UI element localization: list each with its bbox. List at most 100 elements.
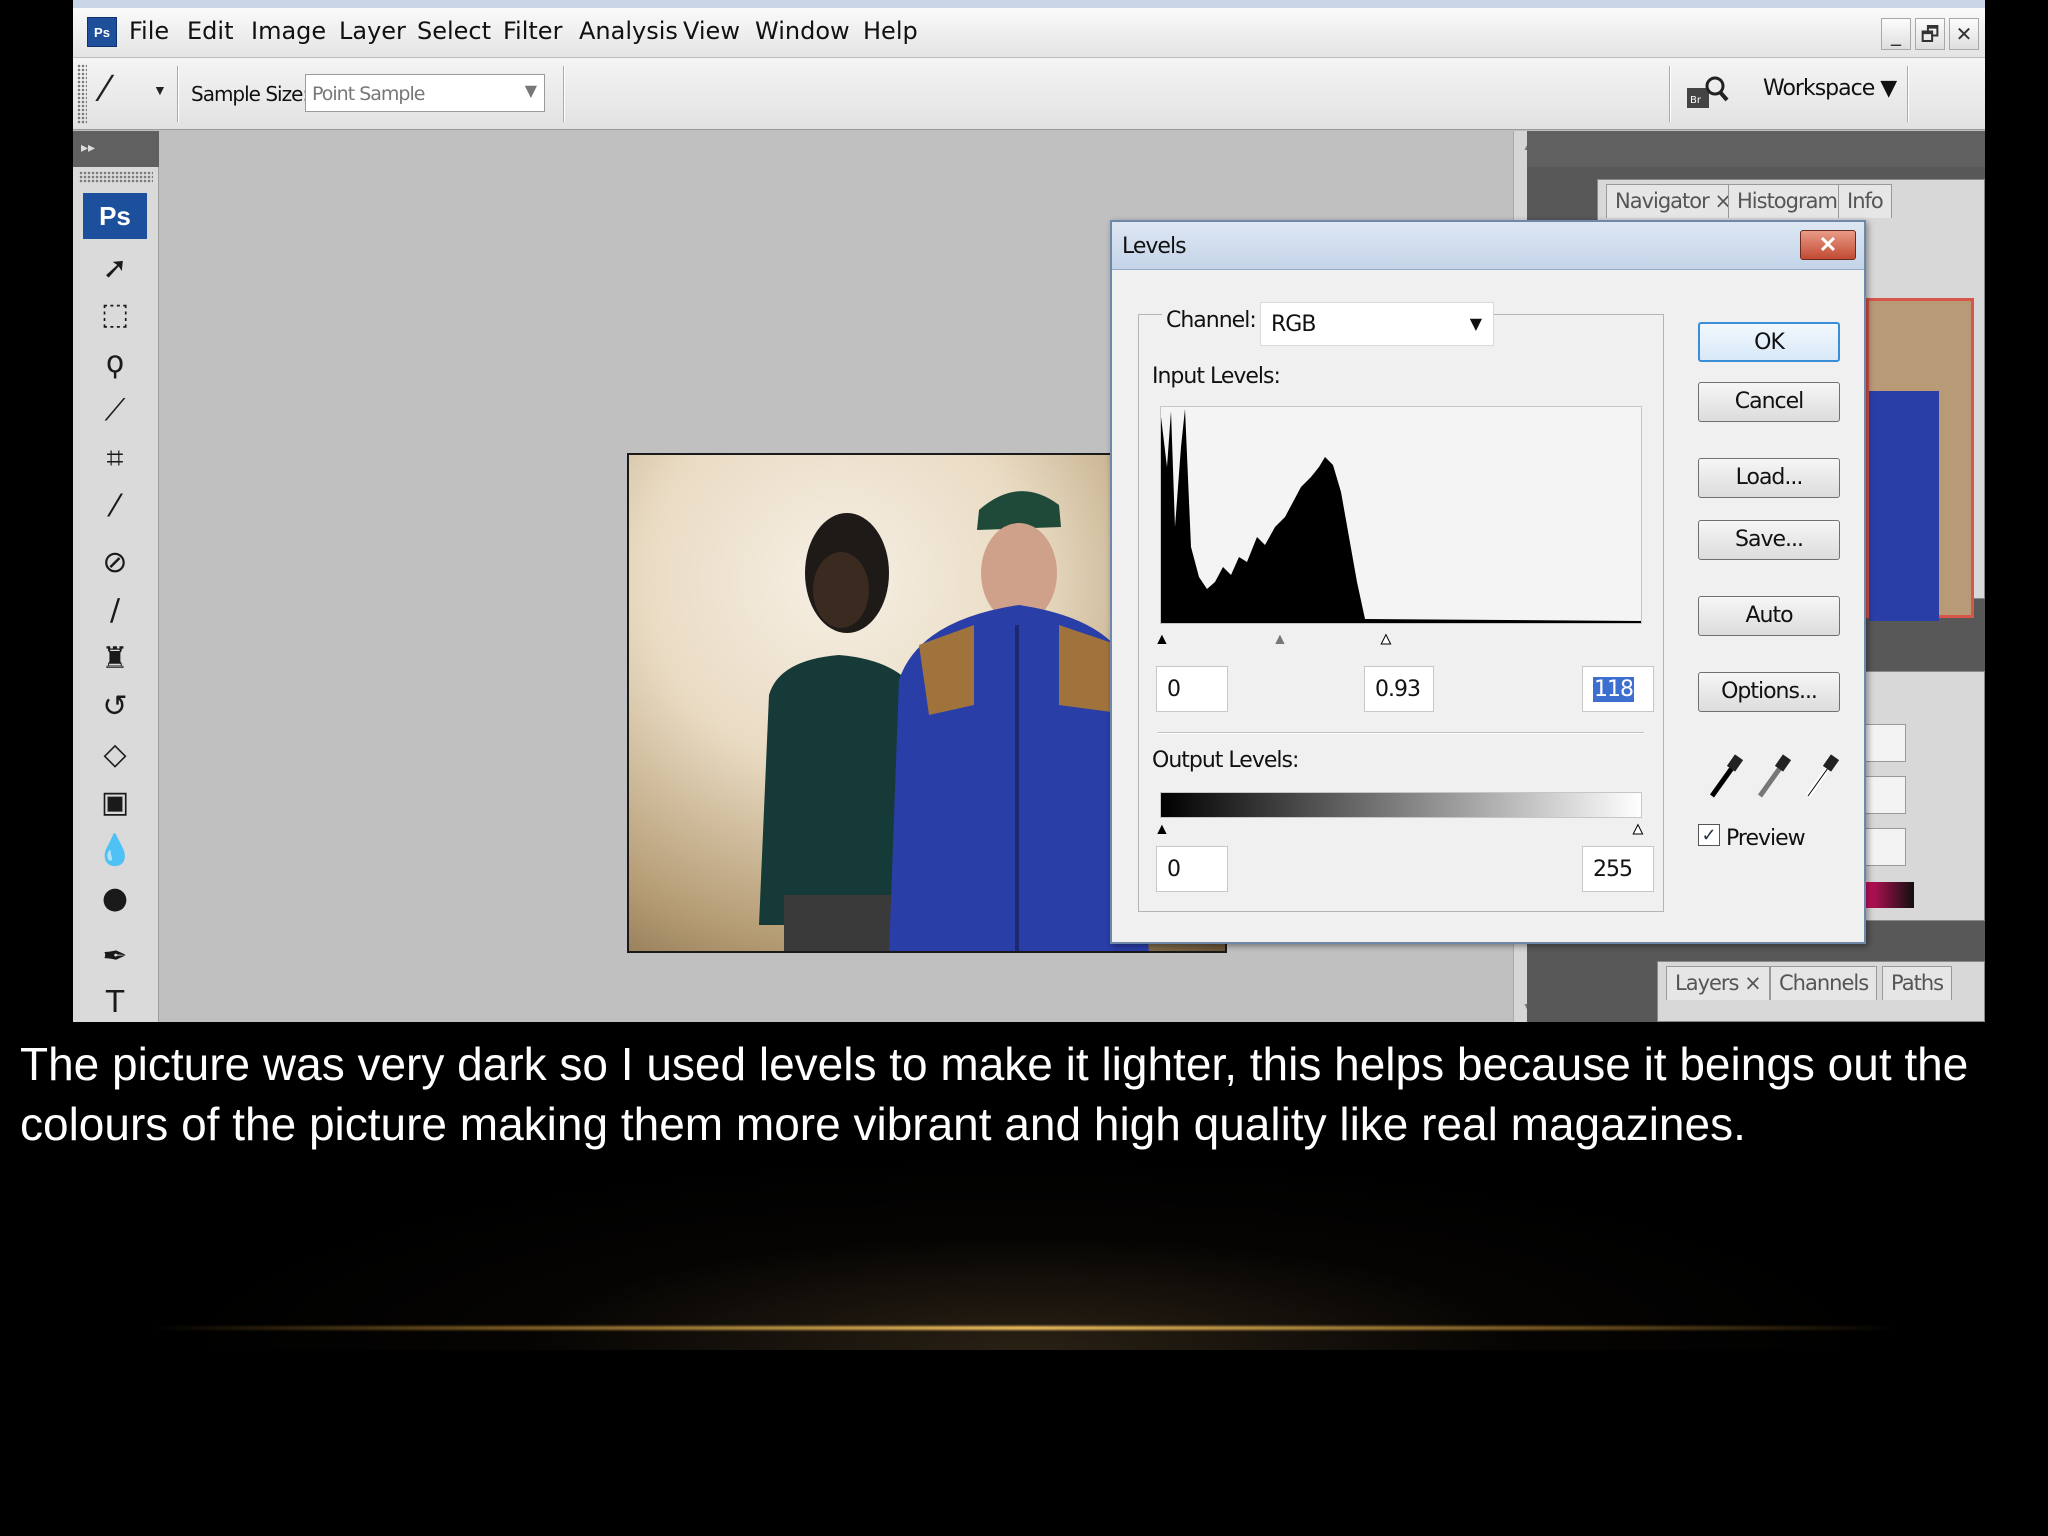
brush-tool-icon[interactable]: ∕ bbox=[87, 591, 143, 631]
tab-paths[interactable]: Paths bbox=[1882, 966, 1953, 1000]
slide-glow bbox=[150, 1150, 1898, 1350]
svg-text:Br: Br bbox=[1690, 95, 1702, 106]
close-dialog-button[interactable]: ✕ bbox=[1800, 230, 1856, 260]
input-gamma-field[interactable]: 0.93 bbox=[1364, 666, 1434, 712]
channel-value: RGB bbox=[1271, 312, 1316, 337]
ps-logo: Ps bbox=[83, 193, 147, 239]
clone-stamp-tool-icon[interactable]: ♜ bbox=[87, 639, 143, 679]
tab-navigator[interactable]: Navigator × bbox=[1606, 184, 1741, 218]
workspace-button[interactable]: Workspace ▼ bbox=[1763, 76, 1897, 101]
input-white-value: 118 bbox=[1593, 677, 1634, 702]
menu-view[interactable]: View bbox=[683, 17, 740, 45]
load-button[interactable]: Load... bbox=[1698, 458, 1840, 498]
close-window-button[interactable]: ✕ bbox=[1949, 18, 1979, 50]
minimize-button[interactable]: _ bbox=[1881, 18, 1911, 50]
input-black-field[interactable]: 0 bbox=[1156, 666, 1228, 712]
options-button[interactable]: Options... bbox=[1698, 672, 1840, 712]
layers-panel: Layers × Channels Paths bbox=[1657, 961, 1985, 1022]
output-white-slider[interactable]: ▲ bbox=[1630, 821, 1647, 838]
input-levels-label: Input Levels: bbox=[1152, 364, 1281, 389]
eyedropper-tool-icon[interactable]: ⁄ bbox=[87, 487, 143, 527]
tab-histogram[interactable]: Histogram bbox=[1728, 184, 1846, 218]
options-bar-grip[interactable] bbox=[77, 64, 87, 124]
input-gamma-slider[interactable]: ▲ bbox=[1272, 632, 1288, 648]
tools-panel-grip[interactable] bbox=[79, 171, 153, 183]
photoshop-screenshot: Ps File Edit Image Layer Select Filter A… bbox=[73, 0, 1985, 1022]
output-gradient-bar bbox=[1160, 792, 1642, 818]
preview-checkbox[interactable]: ✓ bbox=[1698, 824, 1720, 846]
marquee-tool-icon[interactable]: ⬚ bbox=[87, 295, 143, 335]
ok-button[interactable]: OK bbox=[1698, 322, 1840, 362]
histogram-graph bbox=[1160, 406, 1642, 624]
move-tool-icon[interactable]: ➚ bbox=[87, 249, 143, 289]
dialog-title-bar[interactable]: Levels ✕ bbox=[1112, 222, 1864, 270]
output-levels-label: Output Levels: bbox=[1152, 748, 1299, 773]
tools-panel: ▸▸ Ps ➚ ⬚ ϙ ⟋ ⌗ ⁄ ⊘ ∕ ♜ ↺ ◇ ▣ 💧 ● ✒ T bbox=[73, 131, 159, 1022]
separator bbox=[563, 66, 565, 122]
menu-layer[interactable]: Layer bbox=[339, 17, 406, 45]
menu-window[interactable]: Window bbox=[755, 17, 850, 45]
gray-point-eyedropper-icon[interactable] bbox=[1752, 752, 1792, 804]
dialog-title: Levels bbox=[1122, 234, 1187, 259]
bridge-search-icon[interactable]: Br bbox=[1685, 74, 1729, 112]
history-brush-tool-icon[interactable]: ↺ bbox=[87, 687, 143, 727]
navigator-thumbnail[interactable] bbox=[1866, 298, 1974, 621]
channel-select[interactable]: RGB ▼ bbox=[1260, 302, 1494, 346]
output-white-field[interactable]: 255 bbox=[1582, 846, 1654, 892]
sample-size-select[interactable]: Point Sample ▼ bbox=[305, 74, 545, 112]
menu-bar: Ps File Edit Image Layer Select Filter A… bbox=[73, 8, 1985, 58]
separator bbox=[1669, 66, 1671, 122]
auto-button[interactable]: Auto bbox=[1698, 596, 1840, 636]
restore-button[interactable]: 🗗 bbox=[1915, 18, 1945, 50]
tab-info[interactable]: Info bbox=[1838, 184, 1892, 218]
menu-edit[interactable]: Edit bbox=[187, 17, 233, 45]
gradient-tool-icon[interactable]: ▣ bbox=[87, 783, 143, 823]
healing-brush-tool-icon[interactable]: ⊘ bbox=[87, 543, 143, 583]
eyedropper-preset-icon[interactable]: ⁄ bbox=[103, 68, 109, 111]
sample-size-label: Sample Size: bbox=[191, 82, 309, 106]
chevron-down-icon: ▼ bbox=[524, 81, 537, 100]
separator bbox=[177, 66, 179, 122]
eraser-tool-icon[interactable]: ◇ bbox=[87, 735, 143, 775]
type-tool-icon[interactable]: T bbox=[87, 983, 143, 1022]
dodge-tool-icon[interactable]: ● bbox=[87, 879, 143, 919]
input-white-field[interactable]: 118 bbox=[1582, 666, 1654, 712]
options-bar: ⁄ ▼ Sample Size: Point Sample ▼ Br Works… bbox=[73, 58, 1985, 130]
menu-help[interactable]: Help bbox=[863, 17, 918, 45]
preview-label: Preview bbox=[1726, 826, 1806, 851]
app-logo-icon: Ps bbox=[87, 17, 117, 47]
chevron-down-icon[interactable]: ▼ bbox=[153, 82, 167, 98]
black-point-eyedropper-icon[interactable] bbox=[1704, 752, 1744, 804]
menu-analysis[interactable]: Analysis bbox=[579, 17, 678, 45]
slide-glow-line bbox=[150, 1326, 1898, 1330]
white-point-eyedropper-icon[interactable] bbox=[1800, 752, 1840, 804]
lasso-tool-icon[interactable]: ϙ bbox=[87, 343, 143, 383]
slide-caption: The picture was very dark so I used leve… bbox=[20, 1038, 1969, 1150]
expand-icon[interactable]: ▸▸ bbox=[73, 131, 159, 167]
crop-tool-icon[interactable]: ⌗ bbox=[87, 439, 143, 479]
input-black-slider[interactable]: ▲ bbox=[1154, 632, 1170, 648]
divider bbox=[1158, 732, 1644, 734]
title-bar-strip bbox=[73, 0, 1985, 8]
save-button[interactable]: Save... bbox=[1698, 520, 1840, 560]
input-white-slider[interactable]: ▲ bbox=[1378, 631, 1395, 648]
levels-dialog: Levels ✕ Channel: RGB ▼ Input Levels: ▲ … bbox=[1110, 220, 1866, 944]
sample-size-value: Point Sample bbox=[312, 83, 425, 105]
menu-file[interactable]: File bbox=[129, 17, 169, 45]
menu-image[interactable]: Image bbox=[251, 17, 326, 45]
cancel-button[interactable]: Cancel bbox=[1698, 382, 1840, 422]
histogram-plot bbox=[1161, 409, 1641, 623]
channel-label: Channel: bbox=[1162, 308, 1260, 333]
dock-header bbox=[1527, 131, 1985, 167]
magic-wand-tool-icon[interactable]: ⟋ bbox=[87, 391, 143, 431]
output-black-field[interactable]: 0 bbox=[1156, 846, 1228, 892]
menu-filter[interactable]: Filter bbox=[503, 17, 562, 45]
separator bbox=[1907, 66, 1909, 122]
menu-select[interactable]: Select bbox=[417, 17, 491, 45]
pen-tool-icon[interactable]: ✒ bbox=[87, 937, 143, 977]
tab-channels[interactable]: Channels bbox=[1770, 966, 1878, 1000]
tab-layers[interactable]: Layers × bbox=[1666, 966, 1770, 1000]
output-black-slider[interactable]: ▲ bbox=[1154, 822, 1170, 838]
blur-tool-icon[interactable]: 💧 bbox=[87, 831, 143, 871]
chevron-down-icon: ▼ bbox=[1469, 314, 1482, 333]
